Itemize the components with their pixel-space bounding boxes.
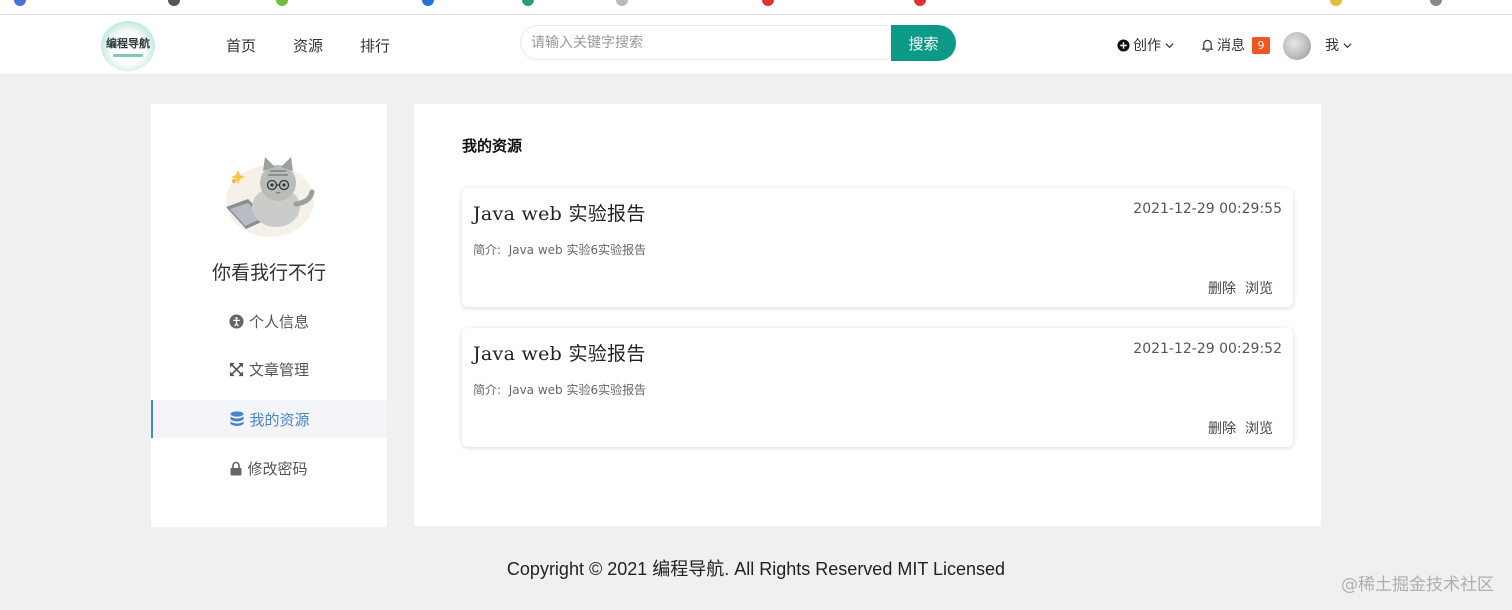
resources-panel: 我的资源 Java web 实验报告 2021-12-29 00:29:55 简… <box>414 104 1321 526</box>
messages-menu[interactable]: 消息 9 <box>1201 35 1270 55</box>
nav-ranking[interactable]: 排行 <box>360 35 390 56</box>
resource-actions: 删除 浏览 <box>1208 278 1273 298</box>
messages-label: 消息 <box>1217 38 1245 54</box>
resource-actions: 删除 浏览 <box>1208 418 1273 438</box>
watermark: @稀土掘金技术社区 <box>1341 575 1494 595</box>
site-header: 编程导航 首页 资源 排行 搜索 创作 消息 9 我 <box>0 15 1512 74</box>
menu-item-label: 文章管理 <box>248 360 309 379</box>
nav-resources[interactable]: 资源 <box>293 35 323 56</box>
nav-home[interactable]: 首页 <box>226 35 256 56</box>
database-icon <box>230 411 244 427</box>
menu-item-article-manage[interactable]: 文章管理 <box>151 350 387 388</box>
profile-card: 你看我行不行 个人信息 文章管理 我的资源 修改密码 <box>151 104 387 527</box>
bookmark-item[interactable] <box>914 0 932 7</box>
user-avatar[interactable] <box>1283 32 1311 60</box>
menu-item-label: 修改密码 <box>247 459 308 478</box>
view-button[interactable]: 浏览 <box>1245 278 1273 298</box>
site-logo[interactable]: 编程导航 <box>101 21 155 71</box>
create-label: 创作 <box>1133 38 1161 54</box>
menu-item-label: 我的资源 <box>249 410 310 429</box>
resource-description: 简介: Java web 实验6实验报告 <box>473 241 646 258</box>
me-label: 我 <box>1325 38 1339 54</box>
bookmark-item[interactable] <box>1330 0 1348 7</box>
view-button[interactable]: 浏览 <box>1245 418 1273 438</box>
section-title: 我的资源 <box>462 137 523 155</box>
chevron-down-icon <box>1342 40 1353 51</box>
resource-title[interactable]: Java web 实验报告 <box>473 339 646 366</box>
description-label: 简介: <box>473 243 502 257</box>
description-text: Java web 实验6实验报告 <box>508 383 647 397</box>
profile-username: 你看我行不行 <box>211 262 326 284</box>
search-button[interactable]: 搜索 <box>891 25 956 61</box>
resource-card[interactable]: Java web 实验报告 2021-12-29 00:29:55 简介: Ja… <box>462 188 1293 307</box>
delete-button[interactable]: 删除 <box>1208 278 1236 298</box>
chevron-down-icon <box>1164 40 1175 51</box>
bell-icon <box>1201 38 1214 52</box>
logo-underline <box>113 54 143 57</box>
footer-copyright: Copyright © 2021 编程导航. All Rights Reserv… <box>506 559 1006 579</box>
resource-card[interactable]: Java web 实验报告 2021-12-29 00:29:52 简介: Ja… <box>462 328 1293 447</box>
me-menu[interactable]: 我 <box>1325 35 1353 55</box>
messages-count-badge: 9 <box>1252 36 1270 54</box>
menu-item-change-password[interactable]: 修改密码 <box>151 449 387 487</box>
description-text: Java web 实验6实验报告 <box>508 243 647 257</box>
lock-icon <box>230 461 242 476</box>
plus-circle-icon <box>1117 38 1130 52</box>
resource-description: 简介: Java web 实验6实验报告 <box>473 381 646 398</box>
profile-avatar <box>218 149 320 241</box>
bookmarks-bar <box>0 0 1512 15</box>
bookmark-item[interactable] <box>168 0 186 7</box>
bookmark-item[interactable] <box>616 0 634 7</box>
bookmark-item[interactable] <box>422 0 440 7</box>
info-icon <box>229 313 244 329</box>
menu-item-profile-info[interactable]: 个人信息 <box>151 302 387 340</box>
expand-icon <box>229 362 244 377</box>
bookmark-item[interactable] <box>762 0 780 7</box>
search-input[interactable] <box>520 25 888 60</box>
logo-text: 编程导航 <box>106 37 150 50</box>
bookmark-item[interactable] <box>522 0 540 7</box>
bookmark-item[interactable] <box>14 0 32 7</box>
bookmark-item[interactable] <box>1430 0 1448 7</box>
menu-item-my-resources[interactable]: 我的资源 <box>151 400 387 438</box>
resource-title[interactable]: Java web 实验报告 <box>473 199 646 226</box>
menu-item-label: 个人信息 <box>248 312 309 331</box>
delete-button[interactable]: 删除 <box>1208 418 1236 438</box>
resource-timestamp: 2021-12-29 00:29:55 <box>1133 201 1282 217</box>
create-menu[interactable]: 创作 <box>1117 35 1175 55</box>
resource-timestamp: 2021-12-29 00:29:52 <box>1133 341 1282 357</box>
description-label: 简介: <box>473 383 502 397</box>
bookmark-item[interactable] <box>276 0 294 7</box>
